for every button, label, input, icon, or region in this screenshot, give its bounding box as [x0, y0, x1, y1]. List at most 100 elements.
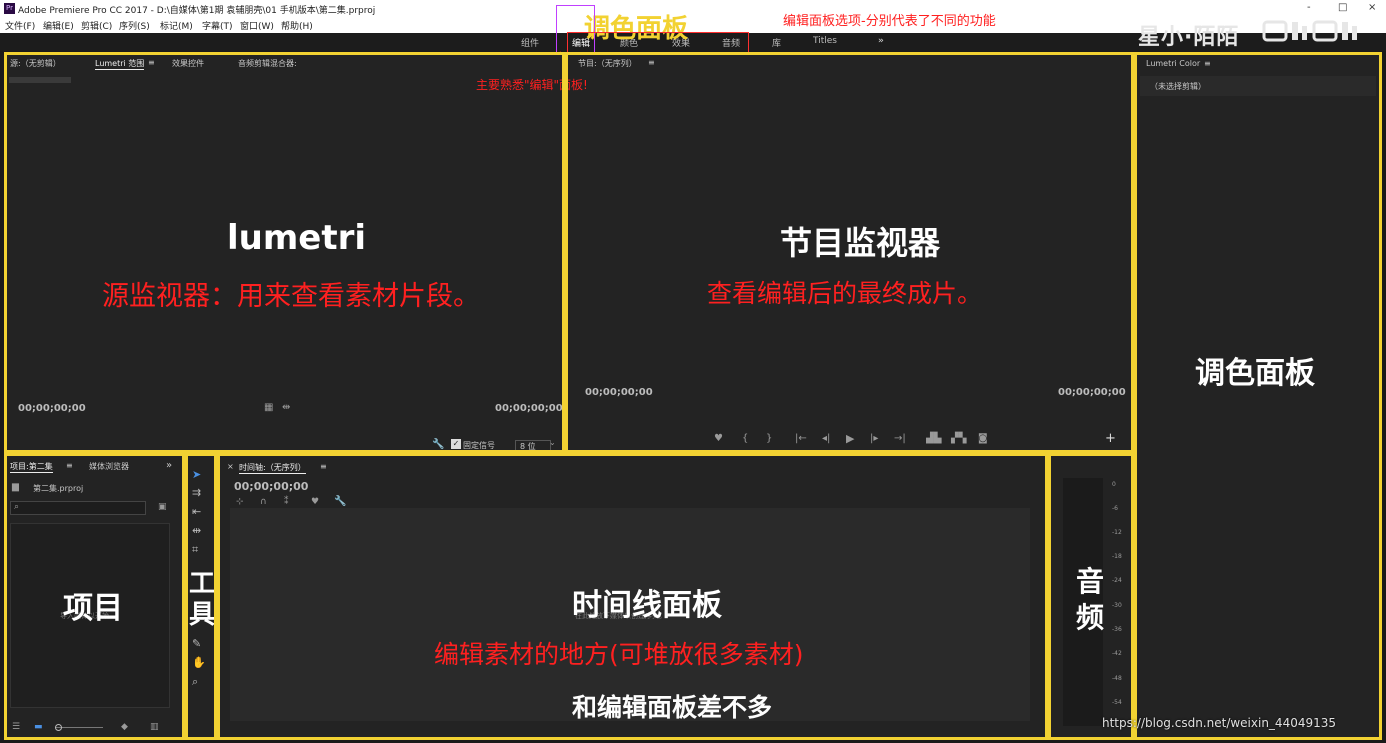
- track-select-tool-icon[interactable]: ⇉: [192, 486, 201, 499]
- list-view-icon[interactable]: ☰: [12, 722, 20, 732]
- folder-icon: ▆: [12, 482, 19, 492]
- audio-title-annotation-2: 频: [1076, 601, 1105, 634]
- tab-media-browser[interactable]: 媒体浏览器: [89, 461, 129, 472]
- timeline-menu-icon[interactable]: ≡: [320, 462, 327, 471]
- settings-icon[interactable]: ▦: [264, 402, 273, 413]
- program-menu-icon[interactable]: ≡: [648, 58, 655, 67]
- mark-in-icon[interactable]: {: [742, 433, 748, 444]
- add-marker-timeline-icon[interactable]: ♥: [311, 497, 319, 507]
- meter-tick: -18: [1112, 553, 1122, 560]
- pen-tool-icon[interactable]: ✎: [192, 637, 201, 650]
- meter-tick: -30: [1112, 602, 1122, 609]
- workspace-assembly[interactable]: 组件: [521, 36, 539, 49]
- project-menu-icon[interactable]: ≡: [66, 461, 73, 470]
- close-button[interactable]: ×: [1368, 2, 1376, 13]
- tab-lumetri-color[interactable]: Lumetri Color: [1146, 59, 1200, 68]
- tab-source[interactable]: 源:（无剪辑）: [10, 58, 61, 69]
- timeline-title-annotation: 时间线面板: [572, 588, 722, 623]
- tab-audio-clip-mixer[interactable]: 音频剪辑混合器:: [238, 58, 297, 69]
- go-to-out-icon[interactable]: →|: [894, 433, 906, 444]
- tab-program[interactable]: 节目:（无序列）: [578, 58, 637, 69]
- add-marker-icon[interactable]: ♥: [714, 433, 723, 444]
- zoom-slider[interactable]: [55, 727, 103, 728]
- minimize-button[interactable]: -: [1307, 2, 1311, 13]
- search-icon: ⌕: [14, 502, 20, 512]
- new-bin-icon[interactable]: ▣: [158, 502, 167, 512]
- meter-tick: -12: [1112, 529, 1122, 536]
- add-button-icon[interactable]: +: [1105, 431, 1116, 446]
- zoom-slider-handle[interactable]: [55, 724, 62, 731]
- project-more-button[interactable]: »: [166, 460, 172, 471]
- meter-tick: -42: [1112, 650, 1122, 657]
- meter-tick: -54: [1112, 699, 1122, 706]
- chevron-down-icon[interactable]: ⌄: [549, 438, 556, 447]
- extract-icon[interactable]: ▞▚: [951, 433, 966, 444]
- mark-out-icon[interactable]: }: [766, 433, 772, 444]
- project-file-name: 第二集.prproj: [33, 484, 84, 493]
- tools-title-annotation-2: 具: [189, 600, 216, 630]
- camera-icon[interactable]: ◙: [978, 433, 988, 444]
- snap-icon[interactable]: ∩: [260, 497, 267, 507]
- lumetri-title-annotation: 调色面板: [1195, 356, 1315, 391]
- rate-stretch-tool-icon[interactable]: ⌗: [192, 543, 198, 557]
- linked-select-icon[interactable]: ⁑: [284, 497, 289, 507]
- project-title-annotation: 项目: [63, 591, 123, 626]
- zoom-tool-icon[interactable]: ⌕: [192, 675, 198, 689]
- hand-tool-icon[interactable]: ✋: [192, 656, 206, 669]
- timeline-settings-icon[interactable]: 🔧: [334, 496, 346, 507]
- icon-view-icon[interactable]: ▬: [34, 722, 43, 732]
- pin-label: 固定信号: [463, 441, 495, 450]
- meter-tick: -48: [1112, 675, 1122, 682]
- source-timecode-right: 00;00;00;00: [495, 403, 563, 414]
- scope-bar: [9, 77, 71, 83]
- tab-timeline[interactable]: 时间轴:（无序列）: [239, 462, 306, 474]
- wrench-icon[interactable]: 🔧: [432, 439, 444, 450]
- menu-title[interactable]: 字幕(T): [202, 19, 233, 32]
- lift-icon[interactable]: ▟▙: [926, 433, 941, 444]
- pin-checkbox[interactable]: ✓: [451, 439, 461, 449]
- program-desc-annotation: 查看编辑后的最终成片。: [707, 279, 983, 308]
- lumetri-menu-icon[interactable]: ≡: [1204, 59, 1211, 68]
- menu-clip[interactable]: 剪辑(C): [81, 19, 112, 32]
- workspace-titles[interactable]: Titles: [813, 36, 837, 46]
- timeline-timecode[interactable]: 00;00;00;00: [234, 480, 308, 493]
- menu-help[interactable]: 帮助(H): [281, 19, 313, 32]
- maximize-button[interactable]: □: [1338, 2, 1347, 13]
- tab-effect-controls[interactable]: 效果控件: [172, 58, 204, 69]
- rolling-edit-tool-icon[interactable]: ⇹: [192, 524, 201, 537]
- ripple-edit-tool-icon[interactable]: ⇤: [192, 505, 201, 518]
- bilibili-logo-icon: [1262, 20, 1357, 42]
- menu-edit[interactable]: 编辑(E): [43, 19, 74, 32]
- sort-icon[interactable]: ◆: [121, 722, 128, 732]
- step-back-icon[interactable]: ◂|: [822, 433, 830, 444]
- project-search-input[interactable]: [10, 501, 146, 515]
- nest-icon[interactable]: ⊹: [236, 497, 244, 507]
- highlight-workspace-tabs: [567, 32, 749, 54]
- workspace-libraries[interactable]: 库: [772, 36, 781, 49]
- menu-file[interactable]: 文件(F): [5, 19, 35, 32]
- fit-icon[interactable]: ⇹: [282, 402, 290, 413]
- tab-project[interactable]: 项目:第二集: [10, 461, 53, 473]
- program-timecode-left: 00;00;00;00: [585, 387, 653, 398]
- panel-menu-icon[interactable]: ≡: [148, 58, 155, 67]
- menu-sequence[interactable]: 序列(S): [119, 19, 150, 32]
- source-timecode-left: 00;00;00;00: [18, 403, 86, 414]
- automate-icon[interactable]: ▥: [150, 722, 159, 732]
- window-title: Adobe Premiere Pro CC 2017 - D:\自媒体\第1期 …: [18, 6, 376, 16]
- go-to-in-icon[interactable]: |←: [795, 433, 807, 444]
- program-timecode-right: 00;00;00;00: [1058, 387, 1126, 398]
- program-title-annotation: 节目监视器: [780, 224, 941, 262]
- brand-name: 星小·陌陌: [1138, 25, 1240, 50]
- play-icon[interactable]: ▶: [846, 432, 854, 445]
- selection-tool-icon[interactable]: ➤: [192, 468, 201, 481]
- workspace-more-button[interactable]: »: [878, 36, 884, 46]
- tab-lumetri-scopes[interactable]: Lumetri 范围: [95, 58, 145, 70]
- annotation-edit-note: 主要熟悉"编辑"面板!: [476, 78, 588, 92]
- timeline-close-icon[interactable]: ×: [227, 462, 234, 471]
- bit-depth-select[interactable]: 8 位: [515, 440, 551, 453]
- menu-marker[interactable]: 标记(M): [160, 19, 193, 32]
- audio-title-annotation-1: 音: [1076, 565, 1105, 598]
- premiere-logo-icon: Pr: [4, 3, 15, 14]
- menu-window[interactable]: 窗口(W): [240, 19, 274, 32]
- step-forward-icon[interactable]: |▸: [870, 433, 878, 444]
